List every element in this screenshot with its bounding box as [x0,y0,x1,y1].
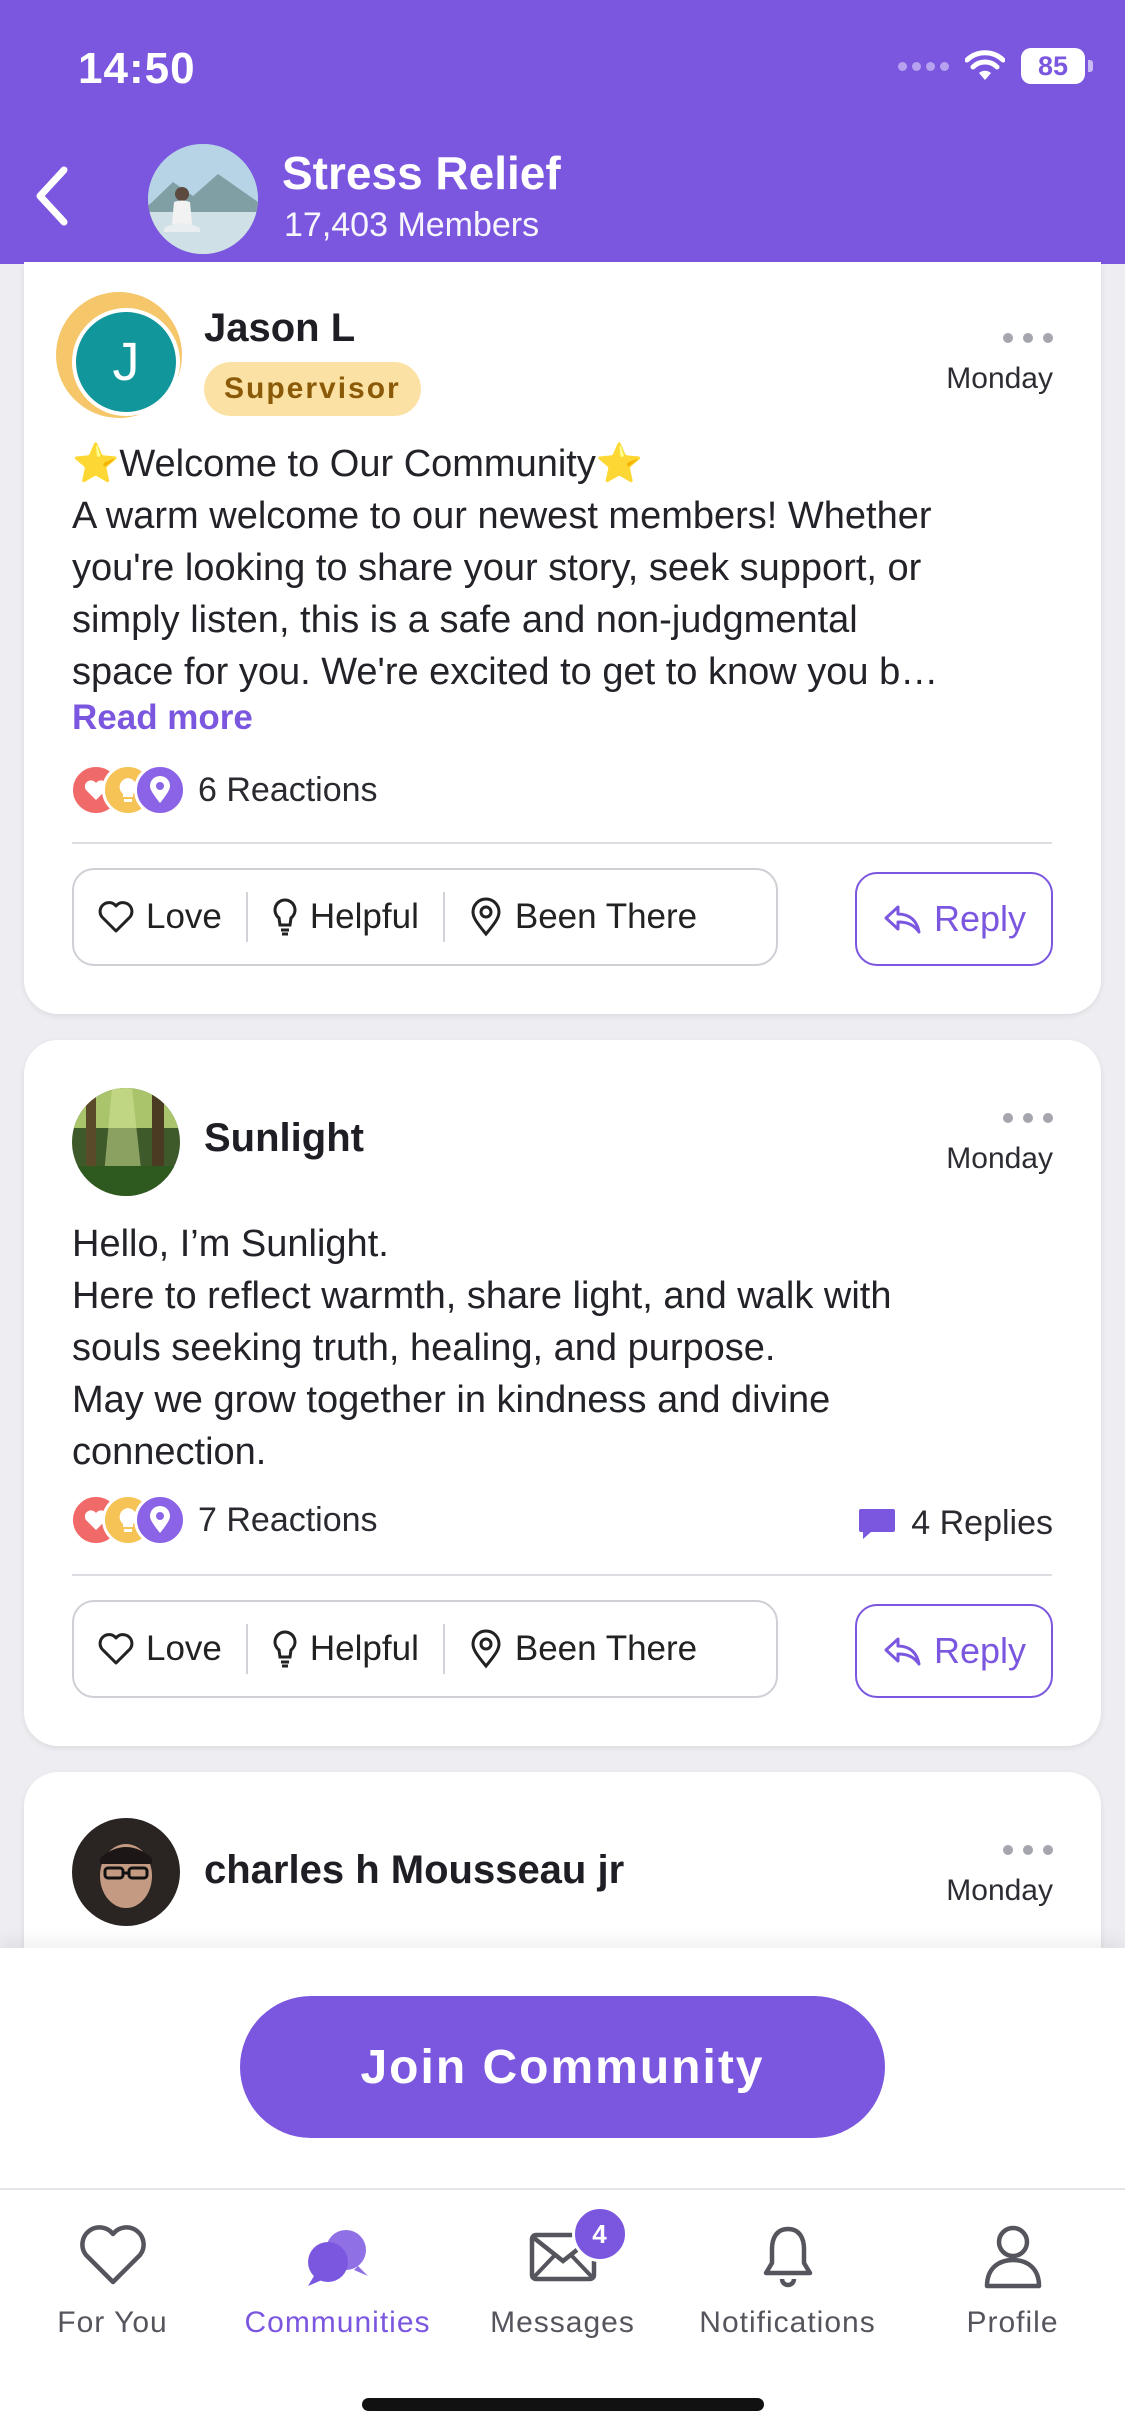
tab-label: Profile [966,2306,1059,2339]
chat-bubbles-icon [302,2212,374,2300]
love-button[interactable]: Love [74,870,246,964]
reactions-summary[interactable]: 7 Reactions [70,1494,378,1546]
love-label: Love [146,1629,222,1668]
location-pin-outline-icon [471,1629,501,1669]
home-indicator [362,2398,764,2411]
location-pin-icon [134,1494,186,1546]
post-author[interactable]: charles h Mousseau jr [204,1848,624,1893]
reply-button[interactable]: Reply [855,1604,1053,1698]
user-icon [981,2212,1045,2300]
helpful-button[interactable]: Helpful [248,1602,443,1696]
tab-label: Messages [490,2306,635,2339]
post-author[interactable]: Sunlight [204,1116,364,1161]
tab-notifications[interactable]: Notifications [675,2212,900,2340]
heart-outline-icon [98,901,134,933]
replies-label: 4 Replies [911,1504,1053,1542]
divider [72,1574,1052,1576]
post-card[interactable]: J Jason L Supervisor Monday ⭐Welcome to … [24,262,1101,1014]
been-there-button[interactable]: Been There [445,870,721,964]
avatar[interactable]: J [72,308,180,416]
community-avatar [148,144,258,254]
post-card[interactable]: Sunlight Monday Hello, I’m Sunlight. Her… [24,1040,1101,1746]
tab-label: Notifications [699,2306,876,2339]
post-line: souls seeking truth, healing, and purpos… [72,1327,776,1369]
status-icons: 85 [898,48,1093,84]
post-date: Monday [946,362,1053,395]
post-line: space for you. We're excited to get to k… [72,651,939,693]
member-count: 17,403 Members [284,206,540,244]
reactions-summary[interactable]: 6 Reactions [70,764,378,816]
community-title: Stress Relief [282,147,561,199]
been-there-label: Been There [514,897,698,936]
reply-button[interactable]: Reply [855,872,1053,966]
post-line: Hello, I’m Sunlight. [72,1223,389,1265]
tab-for-you[interactable]: For You [0,2212,225,2340]
helpful-label: Helpful [309,1629,419,1668]
post-line: May we grow together in kindness and div… [72,1379,831,1421]
app-header: 14:50 85 Stress Relief 17,403 Members [0,0,1125,264]
post-line: Here to reflect warmth, share light, and… [72,1275,892,1317]
reply-arrow-icon [884,905,921,934]
more-options-button[interactable] [1003,1840,1053,1860]
heart-icon [78,2212,148,2300]
post-author[interactable]: Jason L [204,306,355,351]
reply-label: Reply [933,1630,1027,1671]
helpful-label: Helpful [309,897,419,936]
post-body[interactable]: ⭐Welcome to Our Community⭐ A warm welcom… [72,438,1062,698]
unread-badge: 4 [571,2206,628,2262]
more-options-button[interactable] [1003,1108,1053,1128]
post-date: Monday [946,1142,1053,1175]
post-line: connection. [72,1431,267,1473]
post-line: simply listen, this is a safe and non-ju… [72,599,858,641]
back-button[interactable] [22,160,82,232]
tab-messages[interactable]: 4 Messages [450,2206,675,2340]
battery-indicator: 85 [1021,48,1093,84]
post-body[interactable]: Hello, I’m Sunlight. Here to reflect war… [72,1218,1062,1478]
been-there-button[interactable]: Been There [445,1602,721,1696]
status-time: 14:50 [78,44,196,93]
location-pin-outline-icon [471,897,501,937]
avatar[interactable] [72,1818,180,1926]
been-there-label: Been There [514,1629,698,1668]
post-line: ⭐Welcome to Our Community⭐ [72,443,644,485]
supervisor-badge: Supervisor [204,362,421,416]
envelope-icon: 4 [528,2206,628,2300]
reply-arrow-icon [884,1637,921,1666]
wifi-icon [965,50,1005,80]
helpful-button[interactable]: Helpful [248,870,443,964]
bell-icon [758,2212,818,2300]
divider [72,842,1052,844]
tab-communities[interactable]: Communities [225,2212,450,2340]
post-date: Monday [946,1874,1053,1907]
reaction-actions: Love Helpful Been There [72,1600,778,1698]
tab-label: Communities [244,2306,431,2339]
comment-icon [859,1508,896,1539]
more-options-button[interactable] [1003,328,1053,348]
love-label: Love [146,897,222,936]
tab-label: For You [57,2306,168,2339]
read-more-link[interactable]: Read more [72,698,253,738]
chevron-left-icon [36,166,68,226]
join-panel: Join Community [0,1948,1125,2188]
join-community-button[interactable]: Join Community [240,1996,885,2138]
tab-profile[interactable]: Profile [900,2212,1125,2340]
love-button[interactable]: Love [74,1602,246,1696]
location-pin-icon [134,764,186,816]
avatar[interactable] [72,1088,180,1196]
heart-outline-icon [98,1633,134,1665]
reactions-count: 6 Reactions [198,770,378,809]
replies-count[interactable]: 4 Replies [857,1504,1053,1543]
cellular-signal-icon [898,61,949,71]
lightbulb-outline-icon [273,898,297,936]
lightbulb-outline-icon [273,1630,297,1668]
post-line: you're looking to share your story, seek… [72,547,922,589]
reactions-count: 7 Reactions [198,1500,378,1539]
post-line: A warm welcome to our newest members! Wh… [72,495,932,537]
reply-label: Reply [933,898,1027,939]
reaction-actions: Love Helpful Been There [72,868,778,966]
